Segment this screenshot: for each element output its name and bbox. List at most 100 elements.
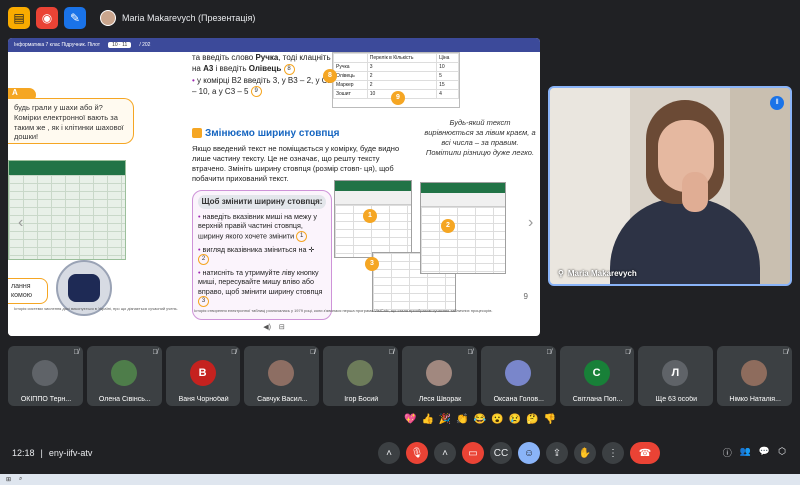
edit-icon[interactable]: ✎ xyxy=(64,7,86,29)
thumbs-up-icon[interactable]: 👍 xyxy=(421,414,433,430)
bullet-icon: • xyxy=(198,212,201,221)
footnote-right: Історія створення електронної таблиці ро… xyxy=(194,308,493,313)
pdf-toolbar: Інформатика 7 клас Підручник. Пілот 10 ·… xyxy=(8,38,540,52)
small-bubble: лання комою xyxy=(8,278,48,304)
zoom-button[interactable]: ⊟ xyxy=(279,323,285,331)
call-controls: ˄ 🎙 ˄ ▭ CC ☺ ⇪ ✋ ⋮ ☎ xyxy=(378,442,660,464)
participant-tile[interactable]: 🎙̸ Савчук Васил... xyxy=(244,346,320,406)
table-cell: Зошит xyxy=(333,89,368,99)
participant-tile[interactable]: 🎙̸ С Світлана Поп... xyxy=(559,346,635,406)
section-title-text: Змінюємо ширину стовпця xyxy=(205,128,340,139)
more-options-button[interactable]: ⋮ xyxy=(602,442,624,464)
more-participants-tile[interactable]: Л Ще 63 особи xyxy=(638,346,714,406)
instruction-box: Щоб змінити ширину стовпця: • наведіть в… xyxy=(192,190,332,320)
avatar xyxy=(100,10,116,26)
bullet-icon: • xyxy=(198,244,201,254)
participant-tile[interactable]: 🎙̸ Оксана Голов... xyxy=(480,346,556,406)
participant-tile[interactable]: 🎙̸ В Ваня Чорнобай xyxy=(165,346,241,406)
presenter-chip[interactable]: Maria Makarevych (Презентація) xyxy=(100,10,255,26)
slide-body: А будь грали у шахи або й? Комірки елект… xyxy=(8,52,540,336)
avatar: В xyxy=(189,360,216,386)
pdf-page-input[interactable]: 10 · 11 xyxy=(108,42,132,48)
participant-name: Леся Шворак xyxy=(418,396,462,403)
clap-icon[interactable]: 👏 xyxy=(456,414,468,430)
participant-name: ОКІППО Терн... xyxy=(20,396,72,403)
avatar xyxy=(32,360,58,386)
clock-time: 12:18 xyxy=(12,448,35,458)
step-marker: 2 xyxy=(441,219,455,233)
bullet-icon: • xyxy=(198,268,201,278)
italic-note: Будь-який текст вирівнюється за лівим кр… xyxy=(424,118,536,158)
bottom-bar: 12:18 | eny-iifv-atv ˄ 🎙 ˄ ▭ CC ☺ ⇪ ✋ ⋮ … xyxy=(0,436,800,470)
surprised-icon[interactable]: 😮 xyxy=(491,414,503,430)
meeting-info: 12:18 | eny-iifv-atv xyxy=(12,448,92,458)
mic-off-icon: 🎙̸ xyxy=(546,349,552,356)
party-icon[interactable]: 🎉 xyxy=(439,414,451,430)
laugh-icon[interactable]: 😂 xyxy=(474,414,486,430)
side-controls: ⓘ 👥 💬 ⬡ xyxy=(723,446,786,459)
excel-screenshot-2: 2 xyxy=(420,182,506,274)
windows-icon[interactable]: ⊞ xyxy=(6,476,11,483)
speaker-tile[interactable]: ⦀ ⚲ Maria Makarevych xyxy=(548,86,792,286)
separator: | xyxy=(40,448,43,458)
chevron-up-icon[interactable]: ˄ xyxy=(434,442,456,464)
sad-icon[interactable]: 😢 xyxy=(509,414,521,430)
table-cell: Маркер xyxy=(333,80,368,90)
thinking-icon[interactable]: 🤔 xyxy=(526,414,538,430)
record-icon[interactable]: ◉ xyxy=(36,7,58,29)
text: натисніть та утримуйте ліву кнопку миші,… xyxy=(198,268,323,296)
participant-tile[interactable]: 🎙̸ Олена Сівінсь... xyxy=(86,346,162,406)
footnote-left: Історія системи числення досі виконуєтьс… xyxy=(14,306,178,311)
table-cell: Олівець xyxy=(333,71,368,81)
text: вигляд вказівника зміниться на xyxy=(202,244,307,254)
info-icon[interactable]: ⓘ xyxy=(723,446,732,459)
present-button[interactable]: ⇪ xyxy=(546,442,568,464)
step-marker: 8 xyxy=(323,69,337,83)
box-item: • вигляд вказівника зміниться на ✛ 2 xyxy=(198,244,326,266)
step-number: 2 xyxy=(198,254,209,266)
avatar: С xyxy=(583,360,610,386)
section-paragraph: Якщо введений текст не поміщається у ком… xyxy=(192,144,400,184)
thumbs-down-icon[interactable]: 👎 xyxy=(544,414,556,430)
participant-tile[interactable]: 🎙̸ Леся Шворак xyxy=(401,346,477,406)
text: і введіть xyxy=(213,64,249,74)
mic-off-icon: 🎙̸ xyxy=(782,349,788,356)
avatar: Л xyxy=(662,360,689,386)
presenter-label: Maria Makarevych (Презентація) xyxy=(122,13,256,23)
end-call-button[interactable]: ☎ xyxy=(630,442,660,464)
participant-tile[interactable]: 🎙̸ ОКІППО Терн... xyxy=(8,346,83,406)
search-icon[interactable]: ⌕ xyxy=(19,476,22,483)
middle-column: та введіть слово Ручка, тоді клацніть на… xyxy=(192,52,460,336)
step-number: 9 xyxy=(250,86,262,98)
table-icon xyxy=(192,128,202,139)
raise-hand-button[interactable]: ✋ xyxy=(574,442,596,464)
people-icon[interactable]: 👥 xyxy=(740,446,751,459)
pdf-total: / 202 xyxy=(139,42,151,48)
participant-tile[interactable]: 🎙̸ Ігор Босий xyxy=(323,346,398,406)
chat-icon[interactable]: 💬 xyxy=(759,446,770,459)
text: А3 xyxy=(203,64,214,74)
chevron-left-icon[interactable]: ‹ xyxy=(18,214,23,232)
emoji-button[interactable]: ☺ xyxy=(518,442,540,464)
participant-name: Ваня Чорнобай xyxy=(178,396,229,403)
table-cell xyxy=(333,53,368,63)
page-number: 9 xyxy=(523,292,528,301)
mic-off-icon: 🎙̸ xyxy=(73,349,79,356)
captions-button[interactable]: CC xyxy=(490,442,512,464)
participant-tile[interactable]: 🎙̸ Німко Наталія... xyxy=(717,346,792,406)
heart-icon[interactable]: 💖 xyxy=(404,414,416,430)
present-icon[interactable]: ▤ xyxy=(8,7,30,29)
mic-off-icon: 🎙̸ xyxy=(309,349,316,356)
chevron-up-icon[interactable]: ˄ xyxy=(378,442,400,464)
mic-off-icon: 🎙̸ xyxy=(467,349,473,356)
activities-icon[interactable]: ⬡ xyxy=(778,446,786,459)
pin-icon[interactable]: ⚲ xyxy=(558,269,564,278)
avatar xyxy=(425,360,452,386)
camera-off-button[interactable]: ▭ xyxy=(462,442,484,464)
instruction-top: та введіть слово Ручка, тоді клацніть на… xyxy=(192,52,332,98)
text: Олівець xyxy=(248,64,282,74)
mic-off-button[interactable]: 🎙 xyxy=(406,442,428,464)
chevron-right-icon[interactable]: › xyxy=(528,214,533,232)
volume-icon[interactable]: ◀) xyxy=(263,323,271,331)
step-number: 8 xyxy=(283,63,295,75)
